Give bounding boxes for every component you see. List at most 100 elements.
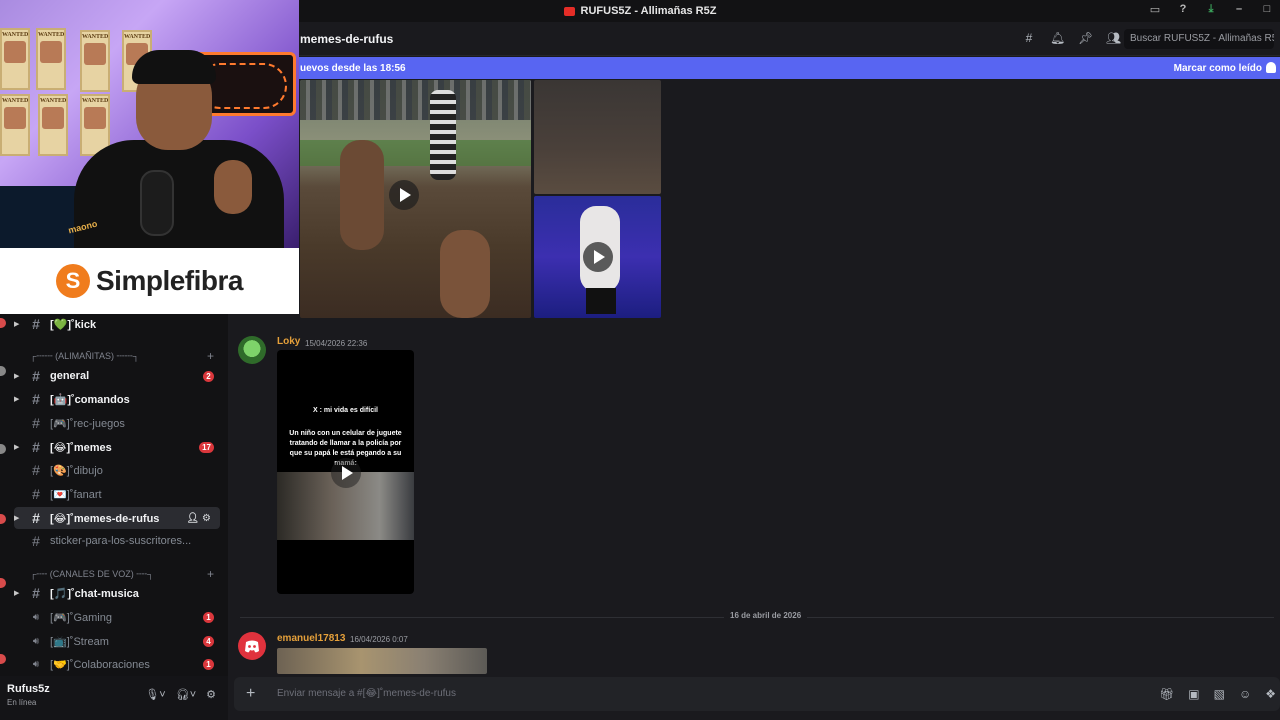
collapse-arrow-icon: ▶ xyxy=(14,590,20,597)
media-tile-blurred[interactable] xyxy=(534,80,661,194)
unread-indicator xyxy=(0,318,6,328)
streamer-body xyxy=(74,140,284,248)
play-icon[interactable] xyxy=(389,180,419,210)
channel-tools[interactable]: 👤︎⚙ xyxy=(186,513,214,524)
speaker-icon: 🔊︎ xyxy=(32,635,40,647)
media-tile-fight[interactable] xyxy=(300,80,531,318)
mark-read-icon[interactable] xyxy=(1266,62,1276,73)
avatar[interactable] xyxy=(238,336,266,364)
voice-channel-gaming[interactable]: 🔊︎ [🎮]˚Gaming 1 xyxy=(14,606,220,628)
hash-icon: # xyxy=(32,510,40,526)
server-strip xyxy=(0,314,8,674)
channel-header: memes-de-rufus # 🔔︎ 📌︎ 👥︎ Buscar RUFUS5Z… xyxy=(296,22,1280,56)
channel-label: general xyxy=(50,370,90,382)
unread-indicator xyxy=(0,366,6,376)
speaker-icon: 🔊︎ xyxy=(32,658,40,670)
channel-chat-musica[interactable]: ▶ # [🎵]˚chat-musica xyxy=(14,582,220,604)
channel-memes[interactable]: ▶ # [😂]˚memes 17 xyxy=(14,436,220,458)
sticker-icon[interactable]: ▧ xyxy=(1214,687,1225,701)
channel-comandos[interactable]: ▶ # [🤖]˚comandos xyxy=(14,388,220,410)
streamer-hair xyxy=(132,50,216,84)
channel-general[interactable]: ▶ # general 2 xyxy=(14,365,220,387)
sponsor-name: Simplefibra xyxy=(96,265,243,296)
microphone xyxy=(140,170,174,236)
unread-badge: 1 xyxy=(203,611,214,623)
unread-badge: 1 xyxy=(203,658,214,670)
microphone-icon[interactable]: 🎙︎˅ xyxy=(145,688,165,701)
channel-title: memes-de-rufus xyxy=(300,31,394,46)
sponsor-banner: Simplefibra xyxy=(0,248,299,314)
bell-icon[interactable]: 🔔︎ xyxy=(1050,31,1065,45)
add-attachment-icon[interactable]: + xyxy=(246,685,255,703)
channel-dibujo[interactable]: # [🎨]˚dibujo xyxy=(14,459,220,481)
cast-icon[interactable]: ▭ xyxy=(1148,3,1162,16)
help-icon[interactable]: ? xyxy=(1176,3,1190,16)
hash-icon: # xyxy=(32,391,40,407)
channel-label: [🎨]˚dibujo xyxy=(50,464,103,477)
user-controls: 🎙︎˅ 🎧︎˅ ⚙ xyxy=(145,688,216,701)
hash-icon: # xyxy=(32,316,40,332)
wanted-poster: WANTED xyxy=(38,94,68,156)
play-icon[interactable] xyxy=(331,458,361,488)
channel-label: [🤖]˚comandos xyxy=(50,393,130,406)
new-messages-text: uevos desde las 18:56 xyxy=(300,62,406,74)
search-input[interactable]: Buscar RUFUS5Z - Allimañas R5Z xyxy=(1124,29,1274,49)
hash-icon: # xyxy=(32,415,40,431)
youtube-icon xyxy=(563,6,575,16)
pin-icon[interactable]: 📌︎ xyxy=(1078,31,1093,45)
hash-icon: # xyxy=(32,439,40,455)
mark-as-read-button[interactable]: Marcar como leído xyxy=(1174,63,1262,74)
message-author[interactable]: Loky xyxy=(277,336,300,347)
date-divider-label: 16 de abril de 2026 xyxy=(724,611,808,620)
headphones-icon[interactable]: 🎧︎˅ xyxy=(176,688,196,701)
channel-label: [🎵]˚chat-musica xyxy=(50,587,139,600)
channel-memes-de-rufus[interactable]: ▶ # [😂]˚memes-de-rufus 👤︎⚙ xyxy=(14,507,220,529)
user-panel: Rufus5z En línea 🎙︎˅ 🎧︎˅ ⚙ xyxy=(0,676,228,720)
download-icon[interactable]: ⤓ xyxy=(1204,3,1218,16)
message-input[interactable]: Enviar mensaje a #[😂]˚memes-de-rufus xyxy=(277,688,456,699)
play-icon[interactable] xyxy=(583,242,613,272)
threads-icon[interactable]: # xyxy=(1022,31,1036,45)
username[interactable]: Rufus5z xyxy=(7,683,50,695)
channel-rec-juegos[interactable]: # [🎮]˚rec-juegos xyxy=(14,412,220,434)
minimize-button[interactable]: – xyxy=(1232,3,1246,16)
gif-icon[interactable]: ▣ xyxy=(1188,687,1199,701)
channel-sticker[interactable]: # sticker-para-los-suscritores... xyxy=(14,530,220,552)
add-channel-icon[interactable]: + xyxy=(207,567,214,581)
channel-fanart[interactable]: # [💌]˚fanart xyxy=(14,483,220,505)
media-tile-dance[interactable] xyxy=(534,196,661,318)
wanted-poster: WANTED xyxy=(36,28,66,90)
channel-label: [😂]˚memes xyxy=(50,441,112,454)
gift-icon[interactable]: 🎁︎ xyxy=(1159,687,1174,701)
video-attachment[interactable]: X : mi vida es difícil Un niño con un ce… xyxy=(277,350,414,594)
avatar[interactable] xyxy=(238,632,266,660)
collapse-arrow-icon: ▶ xyxy=(14,321,20,328)
add-channel-icon[interactable]: + xyxy=(207,349,214,363)
message-author[interactable]: emanuel17813 xyxy=(277,633,345,644)
channel-label: [🎮]˚Gaming xyxy=(50,611,112,624)
new-messages-bar[interactable]: uevos desde las 18:56 Marcar como leído xyxy=(296,57,1280,79)
media-attachment[interactable] xyxy=(277,648,487,674)
message-composer[interactable]: + Enviar mensaje a #[😂]˚memes-de-rufus 🎁… xyxy=(234,677,1280,711)
voice-channel-colaboraciones[interactable]: 🔊︎ [🤝]˚Colaboraciones 1 xyxy=(14,653,220,675)
hash-icon: # xyxy=(32,462,40,478)
speaker-icon: 🔊︎ xyxy=(32,611,40,623)
window-controls: ▭ ? ⤓ – □ xyxy=(1148,3,1274,16)
voice-channel-stream[interactable]: 🔊︎ [📺]˚Stream 4 xyxy=(14,630,220,652)
members-icon[interactable]: 👥︎ xyxy=(1106,31,1121,45)
channel-label: [📺]˚Stream xyxy=(50,635,109,648)
category-canales-de-voz[interactable]: ┌╌╌ (CANALES DE VOZ) ╌╌┐ + xyxy=(30,566,220,582)
category-alimanitas[interactable]: ┌╌╌╌ (ALIMAÑITAS) ╌╌╌┐ + xyxy=(30,348,220,364)
channel-kick[interactable]: ▶ # [💚]˚kick xyxy=(14,313,220,335)
collapse-arrow-icon: ▶ xyxy=(14,444,20,451)
settings-gear-icon[interactable]: ⚙ xyxy=(206,688,216,701)
composer-tools: 🎁︎ ▣ ▧ ☺ ❖ xyxy=(1159,687,1276,701)
channel-label: [😂]˚memes-de-rufus xyxy=(50,512,160,525)
channel-label: [🎮]˚rec-juegos xyxy=(50,417,125,430)
streamer-hand xyxy=(214,160,252,214)
apps-icon[interactable]: ❖ xyxy=(1265,687,1276,701)
emoji-icon[interactable]: ☺ xyxy=(1239,687,1251,701)
hash-icon: # xyxy=(32,533,40,549)
maximize-button[interactable]: □ xyxy=(1260,3,1274,16)
wanted-poster: WANTED xyxy=(0,28,30,90)
